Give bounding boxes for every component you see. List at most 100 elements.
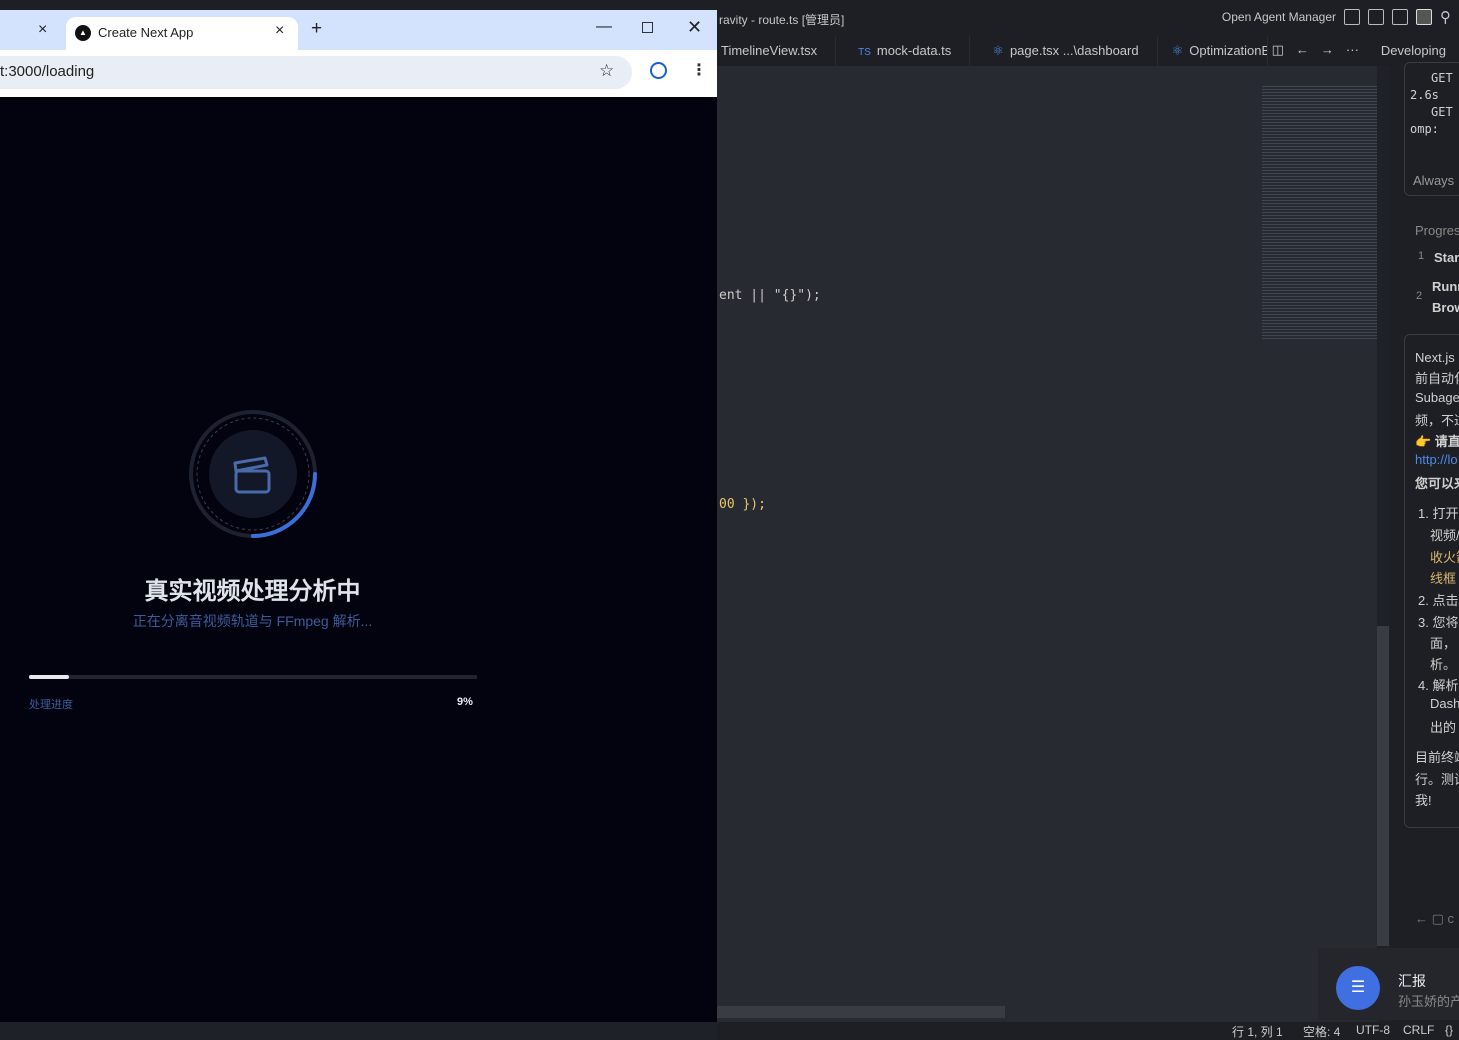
split-editor-icon[interactable]: ◫: [1272, 42, 1284, 60]
footer-text: c: [1447, 911, 1455, 926]
vertical-scrollbar[interactable]: [1377, 626, 1389, 946]
code-editor[interactable]: ent || "{}"); 00 });: [717, 66, 1389, 1022]
tab-optimization[interactable]: ⚛ OptimizationB: [1158, 36, 1268, 66]
report-icon: ☰: [1336, 966, 1380, 1010]
log-line: GET: [1431, 71, 1453, 85]
toggle-secondary-sidebar-icon[interactable]: [1416, 9, 1432, 25]
log-line: 2.6s: [1410, 88, 1439, 102]
message-line: 频，不过: [1415, 413, 1459, 428]
minimap[interactable]: [1262, 84, 1377, 339]
message-line: 前自动化: [1415, 371, 1459, 386]
maximize-icon[interactable]: [642, 22, 653, 33]
open-agent-manager-button[interactable]: Open Agent Manager: [1222, 10, 1336, 24]
tab-mock-data[interactable]: TS mock-data.ts: [836, 36, 971, 66]
ring-inner: [209, 430, 297, 518]
typescript-icon: TS: [858, 47, 871, 58]
progress-percent: 9%: [457, 696, 473, 708]
tab-timelineview[interactable]: TimelineView.tsx: [717, 36, 837, 66]
language-mode[interactable]: {}: [1445, 1023, 1453, 1037]
message-line: 您可以来: [1415, 476, 1459, 491]
react-icon: ⚛: [992, 43, 1004, 58]
browser-tab-active[interactable]: ▲ Create Next App ×: [66, 17, 298, 50]
tab-label: TimelineView.tsx: [721, 43, 818, 58]
message-line: Next.js 开: [1415, 350, 1459, 365]
status-bar: 行 1, 列 1 空格: 4 UTF-8 CRLF {}: [717, 1022, 1459, 1040]
message-line: 出的: [1430, 720, 1457, 735]
progress-heading: Progress: [1415, 223, 1459, 238]
editor-actions: ◫ ← → ···: [1268, 36, 1363, 66]
message-line: Subage: [1415, 390, 1459, 405]
horizontal-scrollbar[interactable]: [717, 1006, 1005, 1018]
message-line: 线框: [1430, 571, 1457, 586]
message-line: 行。测试: [1415, 772, 1459, 787]
editor-tabs: TimelineView.tsx TS mock-data.ts ⚛ page.ts…: [717, 36, 1459, 66]
code-line: 00 });: [719, 497, 766, 512]
encoding[interactable]: UTF-8: [1356, 1023, 1390, 1037]
tab-label: OptimizationB: [1189, 43, 1268, 58]
url-text: t:3000/loading: [0, 63, 95, 80]
message-line: 收火箭: [1430, 550, 1459, 565]
address-bar[interactable]: t:3000/loading ☆: [0, 56, 632, 89]
close-tab-icon[interactable]: ×: [275, 22, 284, 40]
layout-icon[interactable]: [1344, 9, 1360, 25]
step-label: Brow: [1432, 300, 1459, 315]
progress-label: 处理进度: [29, 699, 73, 711]
back-icon[interactable]: ←: [1296, 42, 1309, 60]
log-card: GET 2.6s GET omp: Always: [1404, 62, 1459, 196]
loading-page: 真实视频处理分析中 正在分离音视频轨道与 FFmpeg 解析... 处理进度 9…: [0, 97, 717, 1022]
toggle-panel-icon[interactable]: [1392, 9, 1408, 25]
new-tab-button[interactable]: +: [311, 18, 322, 40]
nextjs-favicon-icon: ▲: [75, 25, 91, 41]
step-number: 2: [1416, 290, 1423, 302]
file-icon[interactable]: ← ▢ c: [1415, 911, 1454, 927]
line-ending[interactable]: CRLF: [1403, 1023, 1434, 1037]
toggle-sidebar-icon[interactable]: [1368, 9, 1384, 25]
message-line: 3. 您将: [1418, 615, 1459, 630]
log-line: GET: [1431, 105, 1453, 119]
message-line: 我!: [1415, 793, 1432, 808]
code-line: ent || "{}");: [719, 288, 821, 303]
browser-window: × ▲ Create Next App × + — ✕ t:3000/loadi…: [0, 10, 717, 1022]
close-window-icon[interactable]: ✕: [687, 17, 702, 38]
forward-icon[interactable]: →: [1321, 42, 1334, 60]
message-line: 析。: [1430, 657, 1457, 672]
notification-toast[interactable]: ☰ 汇报 孙玉娇的产: [1318, 948, 1459, 1020]
page-title: 真实视频处理分析中: [144, 578, 361, 605]
message-line: 2. 点击: [1418, 593, 1459, 608]
progress-bar: [29, 675, 477, 679]
step-label: Runn: [1432, 279, 1459, 294]
log-line: omp:: [1410, 122, 1439, 136]
message-line: 面，: [1430, 636, 1457, 651]
indentation[interactable]: 空格: 4: [1303, 1023, 1340, 1040]
close-tab-icon[interactable]: ×: [38, 21, 47, 39]
browser-toolbar: t:3000/loading ☆ ⋮: [0, 50, 717, 97]
tab-title: Create Next App: [98, 25, 194, 40]
always-allow-button[interactable]: Always: [1413, 173, 1454, 188]
minimize-icon[interactable]: —: [596, 18, 612, 36]
tab-label: page.tsx ...\dashboard: [1009, 43, 1139, 58]
browser-tab-strip: × ▲ Create Next App × + — ✕: [0, 10, 717, 50]
notification-body: 孙玉娇的产: [1398, 994, 1459, 1009]
notification-title: 汇报: [1398, 973, 1426, 989]
more-icon[interactable]: ···: [1346, 42, 1359, 60]
page-subtitle: 正在分离音视频轨道与 FFmpeg 解析...: [132, 613, 373, 629]
progress-ring: [189, 410, 317, 538]
message-line[interactable]: http://lo: [1415, 452, 1458, 467]
ide-window-title: ravity - route.ts [管理员]: [719, 13, 845, 27]
search-icon[interactable]: ⚲: [1440, 8, 1451, 26]
menu-icon[interactable]: ⋮: [691, 60, 707, 80]
message-line: 目前终端: [1415, 750, 1459, 765]
bookmark-star-icon[interactable]: ☆: [599, 61, 614, 81]
step-number: 1: [1418, 250, 1425, 262]
message-line: 4. 解析: [1418, 678, 1459, 693]
message-line: 👉 请直: [1415, 434, 1459, 449]
react-icon: ⚛: [1171, 43, 1184, 58]
cursor-position[interactable]: 行 1, 列 1: [1232, 1023, 1283, 1040]
agent-panel: GET 2.6s GET omp: Always Progress 1 Star…: [1390, 62, 1459, 1022]
tab-page[interactable]: ⚛ page.tsx ...\dashboard: [970, 36, 1158, 66]
profile-icon[interactable]: [650, 62, 667, 79]
step-label: Star: [1434, 250, 1459, 265]
message-line: Dash: [1430, 696, 1459, 711]
message-line: 视频/: [1430, 528, 1459, 543]
tab-label: mock-data.ts: [876, 43, 952, 58]
